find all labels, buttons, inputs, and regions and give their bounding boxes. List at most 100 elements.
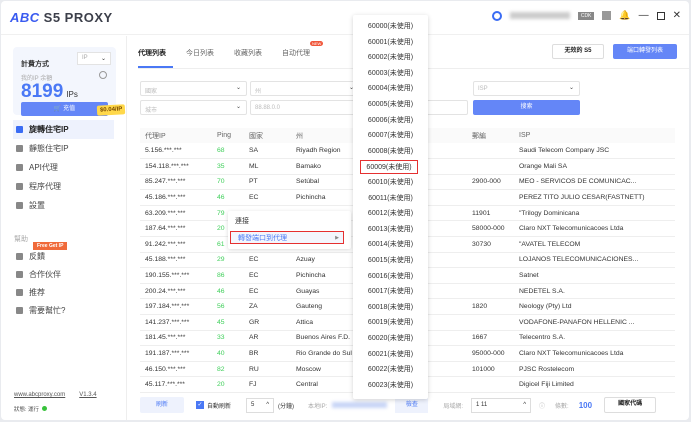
port-option[interactable]: 60000(未使用) xyxy=(355,20,426,34)
refresh-icon[interactable] xyxy=(99,71,107,79)
invalid-s5-button[interactable]: 无效的 S5 xyxy=(552,44,604,59)
table-cell: RU xyxy=(244,361,291,378)
language-icon[interactable] xyxy=(602,11,612,20)
table-cell: Saudi Telecom Company JSC xyxy=(514,143,675,160)
port-option[interactable]: 60008(未使用) xyxy=(355,145,426,159)
sidebar-item-settings[interactable]: 設置 xyxy=(13,196,114,215)
port-option[interactable]: 60015(未使用) xyxy=(355,254,426,268)
city-select[interactable]: 城市 ⌄ xyxy=(140,100,247,115)
table-cell xyxy=(467,283,514,300)
table-cell: Orange Mali SA xyxy=(514,158,675,175)
table-cell: "Trilogy Dominicana xyxy=(514,205,675,222)
tab-proxy-list[interactable]: 代理列表 xyxy=(138,36,173,68)
sidebar-item-rotating[interactable]: 旋轉住宅IP xyxy=(13,120,114,139)
sidebar-item-static[interactable]: 靜態住宅IP xyxy=(13,139,114,158)
menu-item-connect[interactable]: 連接 xyxy=(228,215,351,228)
status: 狀態: 運行 xyxy=(14,405,48,413)
avatar[interactable] xyxy=(491,10,502,21)
titlebar: ABC S5 PROXY CDK 🔔 — ✕ xyxy=(1,1,689,35)
refresh-button[interactable]: 刷新 xyxy=(140,397,184,413)
port-option[interactable]: 60012(未使用) xyxy=(355,207,426,221)
column-header[interactable]: Ping xyxy=(212,128,244,143)
minimize-icon[interactable]: — xyxy=(639,10,649,21)
recharge-button[interactable]: 🛒 充值 xyxy=(21,102,108,116)
port-option[interactable]: 60009(未使用) xyxy=(360,160,418,175)
port-option[interactable]: 60018(未使用) xyxy=(355,301,426,315)
table-cell: 197.184.***.*** xyxy=(140,298,212,316)
port-option[interactable]: 60022(未使用) xyxy=(355,363,426,377)
tab-auto-proxy[interactable]: 自动代理 NEW xyxy=(282,36,330,68)
port-option[interactable]: 60016(未使用) xyxy=(355,270,426,284)
sidebar-item-api[interactable]: API代理 xyxy=(13,158,114,177)
port-option[interactable]: 60019(未使用) xyxy=(355,316,426,330)
handshake-icon xyxy=(16,271,23,278)
sidebar-item-need-help[interactable]: 需要幫忙? xyxy=(13,301,114,320)
port-option[interactable]: 60014(未使用) xyxy=(355,238,426,252)
table-cell xyxy=(467,267,514,284)
table-cell: NEDETEL S.A. xyxy=(514,283,675,300)
table-cell: 46 xyxy=(212,189,244,206)
table-cell xyxy=(467,314,514,331)
help-icon[interactable]: ⓘ xyxy=(539,401,545,410)
port-option[interactable]: 60017(未使用) xyxy=(355,285,426,299)
column-header[interactable]: 代理IP xyxy=(140,128,212,143)
country-select[interactable]: 國家 ⌄ xyxy=(140,81,247,96)
table-cell: AR xyxy=(244,330,291,347)
sidebar-item-program[interactable]: 程序代理 xyxy=(13,177,114,196)
port-option[interactable]: 60005(未使用) xyxy=(355,98,426,112)
table-cell: SA xyxy=(244,143,291,160)
billing-select[interactable]: IP ⌄ xyxy=(77,52,111,65)
interval-stepper[interactable]: 5 ^ xyxy=(246,397,275,413)
port-option[interactable]: 60020(未使用) xyxy=(355,332,426,346)
cdk-badge[interactable]: CDK xyxy=(577,11,595,20)
port-option[interactable]: 60013(未使用) xyxy=(355,223,426,237)
port-option[interactable]: 60023(未使用) xyxy=(355,379,426,393)
username xyxy=(509,12,570,19)
column-header[interactable]: ISP xyxy=(514,128,675,143)
sidebar-item-feedback[interactable]: 反饋 xyxy=(13,247,114,266)
country-code-button[interactable]: 國家代碼 xyxy=(604,397,657,413)
port-option[interactable]: 60001(未使用) xyxy=(355,36,426,50)
table-cell: 68 xyxy=(212,143,244,160)
auto-refresh-checkbox[interactable]: ✓ xyxy=(196,401,204,409)
check-button[interactable]: 檢查 xyxy=(395,397,429,413)
close-icon[interactable]: ✕ xyxy=(673,10,681,21)
sidebar-item-recommend[interactable]: 推荐 xyxy=(13,283,114,302)
port-option[interactable]: 60010(未使用) xyxy=(355,176,426,190)
bell-icon[interactable]: 🔔 xyxy=(619,10,630,21)
logo-mark: ABC xyxy=(10,10,40,25)
table-cell: PJSC Rostelecom xyxy=(514,361,675,378)
port-option[interactable]: 60006(未使用) xyxy=(355,114,426,128)
search-button[interactable]: 搜索 xyxy=(473,100,580,115)
table-cell: VODAFONE-PANAFON HELLENIC ... xyxy=(514,314,675,331)
isp-select[interactable]: ISP ⌄ xyxy=(473,81,580,96)
context-menu: 連接 轉發端口到代理 ▶ xyxy=(228,211,351,249)
table-cell: 1667 xyxy=(467,330,514,347)
table-cell: GR xyxy=(244,314,291,331)
column-header[interactable]: 郵編 xyxy=(467,128,514,143)
port-option[interactable]: 60021(未使用) xyxy=(355,348,426,362)
port-option[interactable]: 60004(未使用) xyxy=(355,82,426,96)
lan-stepper[interactable]: 1 11 ^ xyxy=(471,397,532,413)
menu-item-forward-port[interactable]: 轉發端口到代理 ▶ xyxy=(230,231,344,244)
port-option[interactable]: 60002(未使用) xyxy=(355,51,426,65)
column-header[interactable]: 國家 xyxy=(244,128,291,143)
tab-favorites[interactable]: 收藏列表 xyxy=(234,36,282,68)
table-cell: 154.118.***.*** xyxy=(140,158,212,175)
sidebar: 計費方式 IP ⌄ 我的IP 余額 8199 IPs 🛒 充值 $0.04/IP 旋… xyxy=(1,36,127,420)
version-link[interactable]: V1.3.4 xyxy=(79,392,96,398)
website-link[interactable]: www.abcproxy.com xyxy=(14,392,65,398)
tab-today[interactable]: 今日列表 xyxy=(186,36,234,68)
port-forward-list-button[interactable]: 端口轉發列表 xyxy=(613,44,677,59)
port-submenu: 60000(未使用) 60001(未使用) 60002(未使用) 60003(未使用)… xyxy=(353,15,428,399)
sidebar-item-partner[interactable]: 合作伙伴 xyxy=(13,265,114,284)
port-option[interactable]: 60007(未使用) xyxy=(355,129,426,143)
maximize-icon[interactable] xyxy=(656,11,665,20)
table-cell: 29 xyxy=(212,252,244,269)
state-select[interactable]: 州 ⌄ xyxy=(250,81,360,96)
port-option[interactable]: 60003(未使用) xyxy=(355,67,426,81)
port-option[interactable]: 60011(未使用) xyxy=(355,192,426,206)
table-cell: 35 xyxy=(212,158,244,175)
table-cell: 2900-000 xyxy=(467,174,514,191)
table-cell: 11901 xyxy=(467,205,514,222)
